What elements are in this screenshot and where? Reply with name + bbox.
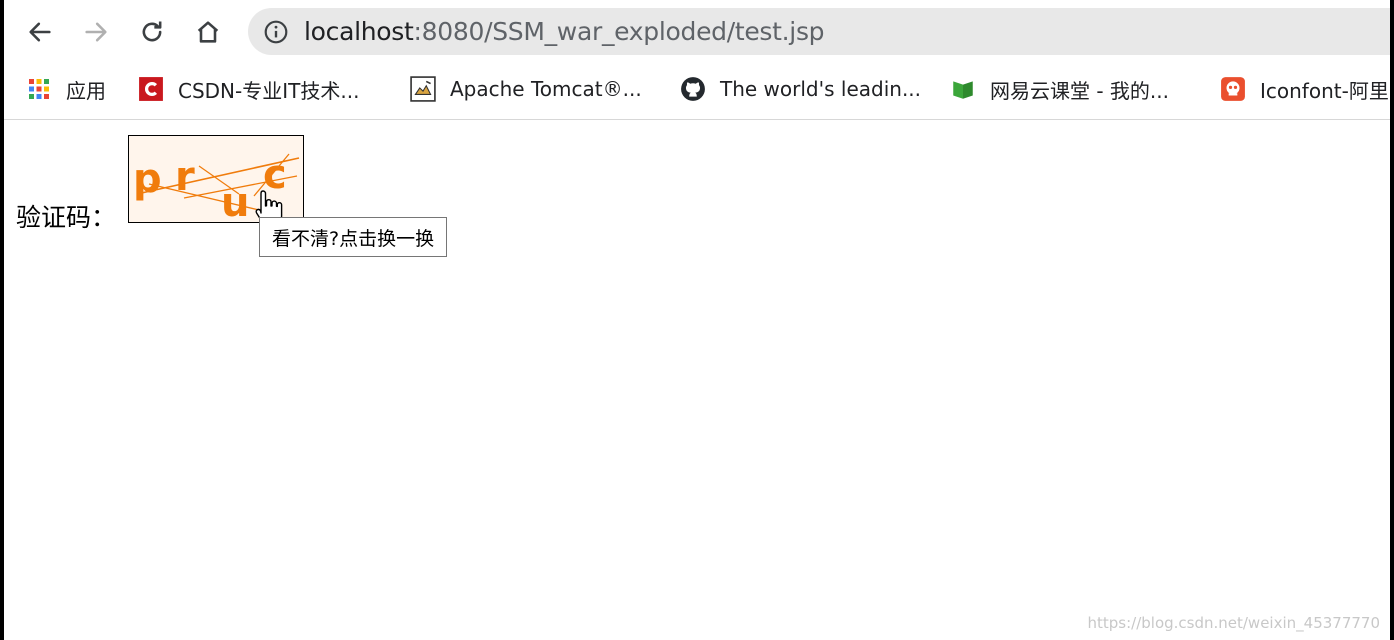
home-button[interactable] — [188, 12, 228, 52]
bookmark-csdn[interactable]: CSDN-专业IT技术... — [138, 74, 359, 104]
bookmark-label: 应用 — [66, 78, 106, 103]
captcha-tooltip: 看不清?点击换一换 — [259, 217, 448, 257]
watermark: https://blog.csdn.net/weixin_45377770 — [1087, 614, 1380, 632]
apps-grid-icon — [26, 76, 52, 102]
tomcat-icon — [410, 76, 436, 102]
back-button[interactable] — [20, 12, 60, 52]
browser-toolbar: localhost:8080/SSM_war_exploded/test.jsp — [4, 0, 1390, 64]
reload-icon — [142, 21, 162, 42]
bookmark-label: CSDN-专业IT技术... — [178, 78, 360, 103]
captcha-char: u — [221, 180, 249, 222]
captcha-char: r — [175, 154, 195, 200]
home-icon — [197, 21, 219, 43]
url-path: :8080/SSM_war_exploded/test.jsp — [413, 17, 825, 46]
bookmark-github[interactable]: The world's leadin... — [680, 74, 921, 104]
github-icon — [680, 76, 706, 102]
bookmark-apps[interactable]: 应用 — [26, 74, 106, 104]
bookmark-label: Apache Tomcat®... — [450, 77, 642, 101]
info-icon[interactable] — [262, 18, 290, 46]
arrow-right-icon — [85, 22, 107, 42]
netease-study-icon — [950, 76, 976, 102]
captcha-char: p — [133, 156, 162, 202]
arrow-left-icon — [29, 22, 51, 42]
bookmark-iconfont[interactable]: Iconfont-阿里 — [1220, 74, 1389, 104]
bookmark-netease-study[interactable]: 网易云课堂 - 我的... — [950, 74, 1169, 104]
forward-button[interactable] — [76, 12, 116, 52]
bookmark-tomcat[interactable]: Apache Tomcat®... — [410, 74, 642, 104]
captcha-label: 验证码： — [16, 203, 117, 232]
url-host: localhost — [304, 17, 414, 46]
address-bar[interactable]: localhost:8080/SSM_war_exploded/test.jsp — [248, 8, 1390, 55]
bookmark-label: Iconfont-阿里 — [1260, 78, 1389, 103]
csdn-icon — [138, 76, 164, 102]
iconfont-icon — [1220, 76, 1246, 102]
reload-button[interactable] — [132, 12, 172, 52]
bookmarks-bar: 应用 CSDN-专业IT技术... Apache Tomcat®... The … — [4, 64, 1390, 120]
window-frame-right — [1390, 0, 1394, 640]
bookmark-label: 网易云课堂 - 我的... — [990, 78, 1170, 103]
page-content: 验证码： p ruc 看不清?点击换一换 https://blog.csdn.ne… — [4, 120, 1390, 640]
bookmark-label: The world's leadin... — [720, 77, 922, 101]
url-text[interactable]: localhost:8080/SSM_war_exploded/test.jsp — [304, 17, 825, 46]
